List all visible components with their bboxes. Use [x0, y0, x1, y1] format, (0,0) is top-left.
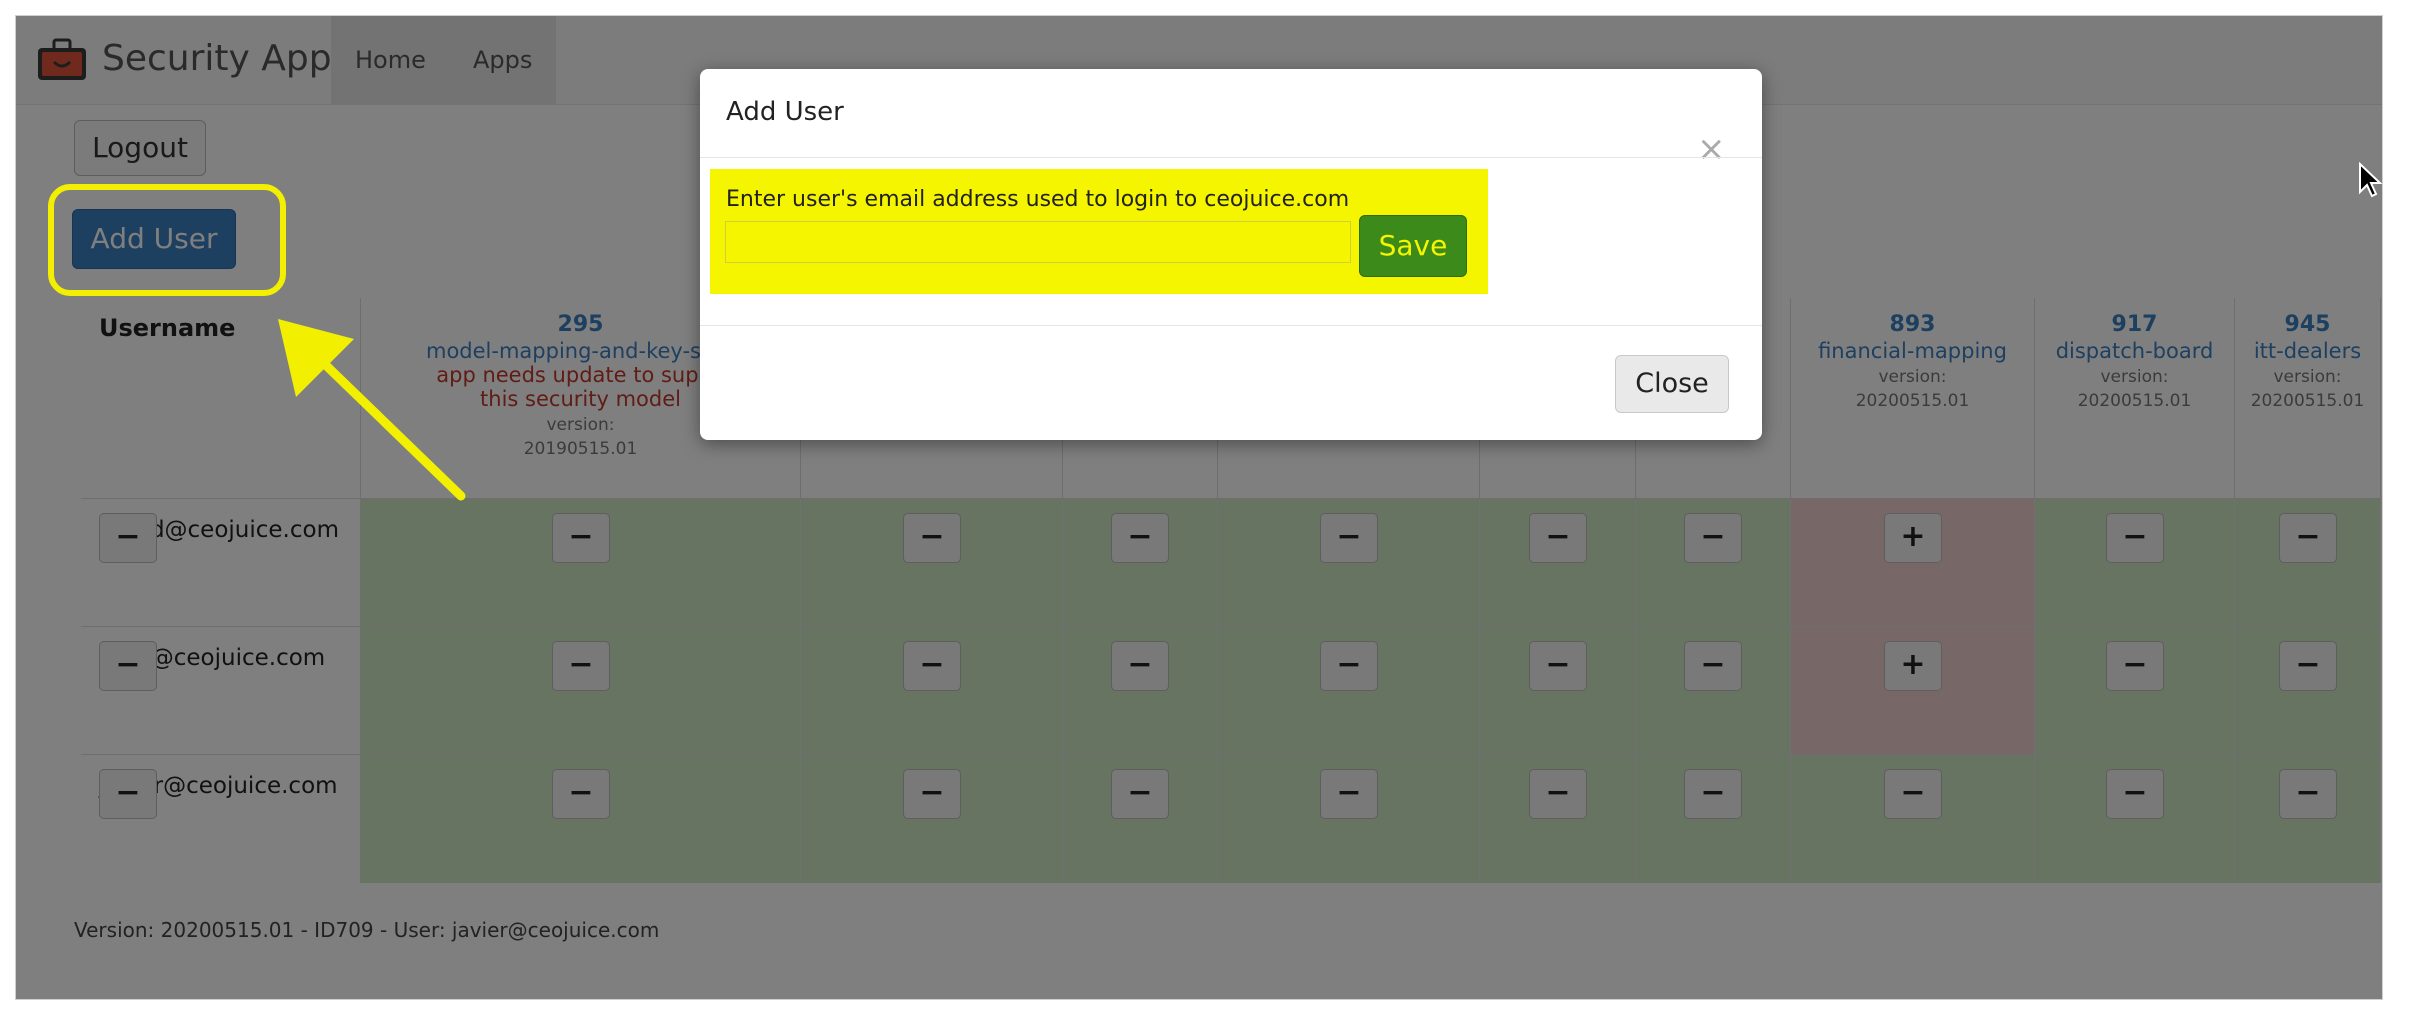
- annotation-arrow-icon: [278, 319, 466, 501]
- email-form-highlight: Enter user's email address used to login…: [710, 169, 1488, 294]
- email-field[interactable]: [725, 221, 1351, 263]
- modal-title: Add User: [726, 97, 844, 127]
- annotation-highlight-box: [48, 184, 286, 296]
- browser-frame: Security App Home Apps Logout Add User U…: [15, 15, 2383, 1000]
- save-button[interactable]: Save: [1359, 215, 1467, 277]
- email-field-label: Enter user's email address used to login…: [726, 187, 1350, 212]
- modal-divider: [700, 157, 1762, 158]
- close-button[interactable]: Close: [1615, 355, 1729, 413]
- modal-divider: [700, 325, 1762, 326]
- add-user-modal: Add User × Enter user's email address us…: [700, 69, 1762, 440]
- close-icon[interactable]: ×: [1697, 129, 1726, 169]
- mouse-cursor-icon: [2359, 162, 2382, 198]
